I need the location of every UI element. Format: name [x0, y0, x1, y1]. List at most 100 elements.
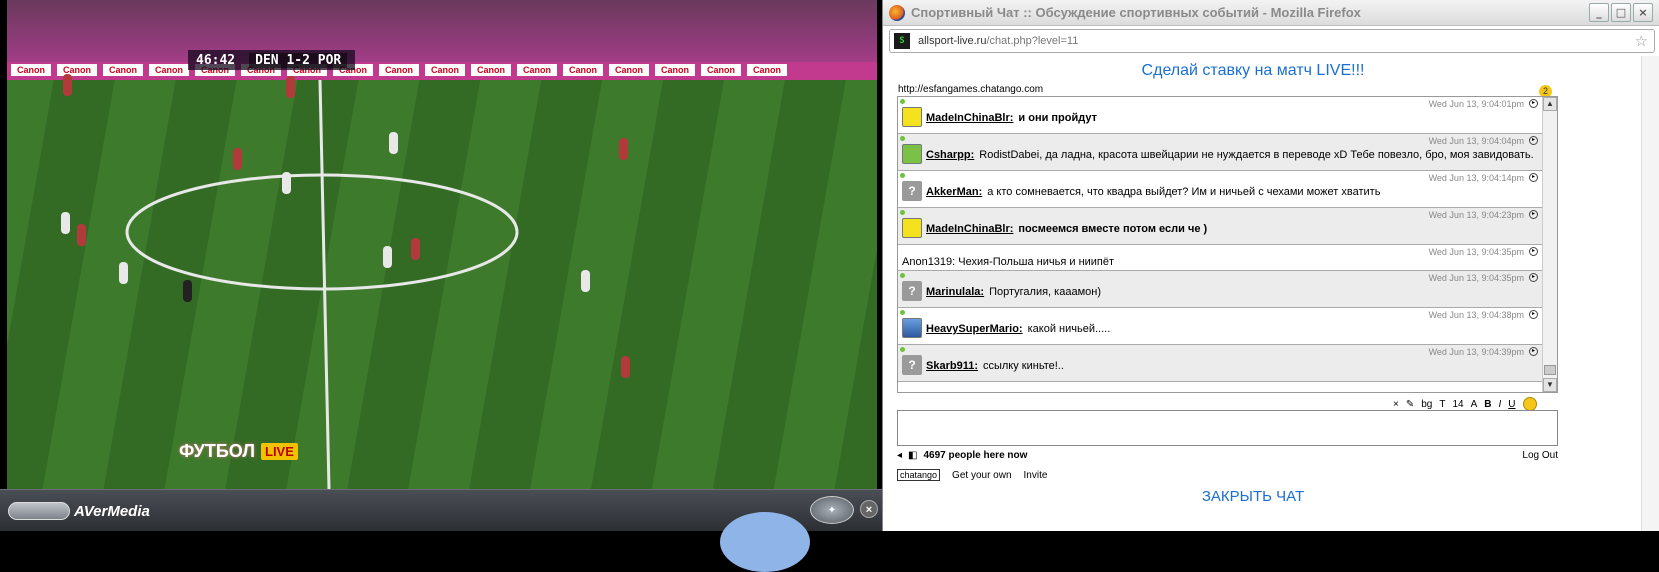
url-text[interactable]: allsport-live.ru/chat.php?level=11 — [918, 35, 1078, 47]
window-title: Спортивный Чат :: Обсуждение спортивных … — [911, 5, 1361, 20]
score-bug: 46:42 DEN 1-2 POR — [188, 50, 356, 70]
italic-button[interactable]: I — [1499, 399, 1502, 410]
halfway-line — [318, 80, 331, 489]
ad-board: Canon — [57, 64, 97, 76]
player-figure — [233, 148, 242, 170]
people-count[interactable]: 4697 people here now — [923, 450, 1027, 461]
message-username[interactable]: HeavySuperMario: — [926, 323, 1023, 335]
message-username[interactable]: AkkerMan: — [926, 186, 982, 198]
close-chat-link[interactable]: ЗАКРЫТЬ ЧАТ — [883, 488, 1623, 505]
firefox-window: Спортивный Чат :: Обсуждение спортивных … — [882, 0, 1659, 531]
message-line: AkkerMan: а кто сомневается, что квадра в… — [926, 186, 1380, 198]
online-indicator — [900, 310, 905, 315]
underline-button[interactable]: U — [1508, 399, 1515, 410]
chat-scrollbar[interactable]: ▲ ▼ — [1542, 97, 1557, 392]
avatar[interactable] — [902, 218, 922, 238]
message-line: Anon1319: Чехия-Польша ничья и ниипёт — [902, 256, 1114, 268]
message-username[interactable]: MadeInChinaBlr: — [926, 223, 1013, 235]
player-figure — [282, 172, 291, 194]
scroll-down-arrow-icon[interactable]: ▼ — [1543, 378, 1557, 392]
live-badge: LIVE — [261, 443, 298, 460]
message-timestamp: Wed Jun 13, 9:04:04pm — [1428, 136, 1524, 146]
scroll-thumb[interactable] — [1544, 365, 1556, 375]
chat-topic-url: http://esfangames.chatango.com — [898, 84, 1044, 95]
page-scrollbar[interactable] — [1641, 56, 1659, 531]
collapse-arrow-icon[interactable]: ◂ — [897, 450, 902, 461]
message-timestamp: Wed Jun 13, 9:04:23pm — [1428, 210, 1524, 220]
minimize-button[interactable]: _ — [1589, 3, 1609, 22]
invite-link[interactable]: Invite — [1024, 470, 1048, 481]
message-menu-arrow-icon[interactable]: ▸ — [1529, 210, 1538, 219]
message-menu-arrow-icon[interactable]: ▸ — [1529, 347, 1538, 356]
player-close-button[interactable]: × — [860, 500, 878, 518]
chat-message: Wed Jun 13, 9:04:39pm ▸? Skarb911: ссылку к… — [898, 345, 1542, 382]
pencil-icon[interactable]: ✎ — [1406, 399, 1414, 410]
message-menu-arrow-icon[interactable]: ▸ — [1529, 273, 1538, 282]
bold-button[interactable]: B — [1484, 399, 1491, 410]
font-button[interactable]: T — [1439, 399, 1445, 410]
url-host: allsport-live.ru — [918, 35, 987, 47]
message-menu-arrow-icon[interactable]: ▸ — [1529, 310, 1538, 319]
brand-logo: AVerMedia — [8, 502, 150, 520]
anonymous-avatar-icon[interactable]: ? — [902, 355, 922, 375]
message-text: RodistDabei, да ладна, красота швейцарии… — [979, 149, 1534, 161]
messages-container: Wed Jun 13, 9:04:01pm ▸ MadeInChinaBlr: и о… — [898, 97, 1542, 392]
clear-format-button[interactable]: × — [1393, 399, 1399, 410]
direction-pad-icon[interactable]: ✦ — [810, 496, 854, 524]
player-figure — [619, 138, 628, 160]
message-timestamp: Wed Jun 13, 9:04:38pm — [1428, 310, 1524, 320]
player-figure — [77, 224, 86, 246]
ad-board: Canon — [149, 64, 189, 76]
close-window-button[interactable]: × — [1633, 3, 1653, 22]
message-username[interactable]: Marinulala: — [926, 286, 984, 298]
ad-board: Canon — [701, 64, 741, 76]
message-timestamp: Wed Jun 13, 9:04:35pm — [1428, 273, 1524, 283]
online-indicator — [900, 99, 905, 104]
chat-footer: chatango Get your own Invite — [897, 469, 1047, 481]
address-bar[interactable]: S allsport-live.ru/chat.php?level=11 ☆ — [889, 29, 1655, 53]
anonymous-avatar-icon[interactable]: ? — [902, 281, 922, 301]
football-broadcast: Canon Canon Canon Canon Canon Canon Cano… — [7, 0, 877, 489]
avatar[interactable] — [902, 144, 922, 164]
font-size-button[interactable]: 14 — [1452, 399, 1463, 410]
text-color-icon[interactable]: A — [1471, 399, 1478, 410]
anonymous-avatar-icon[interactable]: ? — [902, 181, 922, 201]
url-path: /chat.php?level=11 — [986, 35, 1079, 47]
message-line: Marinulala: Португалия, кааамон) — [926, 286, 1101, 298]
message-text: а кто сомневается, что квадра выйдет? Им… — [987, 186, 1381, 198]
message-menu-arrow-icon[interactable]: ▸ — [1529, 99, 1538, 108]
chatango-logo[interactable]: chatango — [897, 469, 941, 481]
scroll-up-arrow-icon[interactable]: ▲ — [1543, 97, 1557, 111]
message-text: ссылку киньте!.. — [982, 360, 1064, 372]
match-score: DEN 1-2 POR — [249, 52, 348, 68]
message-input[interactable] — [897, 410, 1558, 446]
logout-link[interactable]: Log Out — [1522, 450, 1558, 461]
brand-name: AVerMedia — [74, 502, 150, 520]
match-clock: 46:42 — [196, 52, 236, 68]
message-timestamp: Wed Jun 13, 9:04:01pm — [1428, 99, 1524, 109]
message-menu-arrow-icon[interactable]: ▸ — [1529, 136, 1538, 145]
avatar[interactable] — [902, 107, 922, 127]
message-username[interactable]: Skarb911: — [926, 360, 978, 372]
player-figure — [581, 270, 590, 292]
background-button[interactable]: bg — [1421, 399, 1432, 410]
message-menu-arrow-icon[interactable]: ▸ — [1529, 247, 1538, 256]
firefox-icon — [889, 4, 905, 21]
player-figure — [63, 74, 72, 96]
message-text: посмеемся вместе потом если че ) — [1018, 223, 1208, 235]
avatar[interactable] — [902, 318, 922, 338]
users-list-icon[interactable]: ◧ — [908, 450, 917, 461]
smiley-icon[interactable] — [1522, 397, 1537, 411]
message-menu-arrow-icon[interactable]: ▸ — [1529, 173, 1538, 182]
online-indicator — [900, 273, 905, 278]
message-text: Португалия, кааамон) — [989, 286, 1101, 298]
online-indicator — [900, 347, 905, 352]
promo-link[interactable]: Сделай ставку на матч LIVE!!! — [883, 62, 1623, 80]
bookmark-star-icon[interactable]: ☆ — [1635, 32, 1648, 50]
globe-icon — [720, 512, 810, 572]
message-username[interactable]: MadeInChinaBlr: — [926, 112, 1013, 124]
get-your-own-link[interactable]: Get your own — [952, 470, 1011, 481]
message-username[interactable]: Csharpp: — [926, 149, 974, 161]
chat-message: Wed Jun 13, 9:04:35pm ▸ Anon1319: Чехия-По… — [898, 245, 1542, 271]
maximize-button[interactable]: □ — [1611, 3, 1631, 22]
